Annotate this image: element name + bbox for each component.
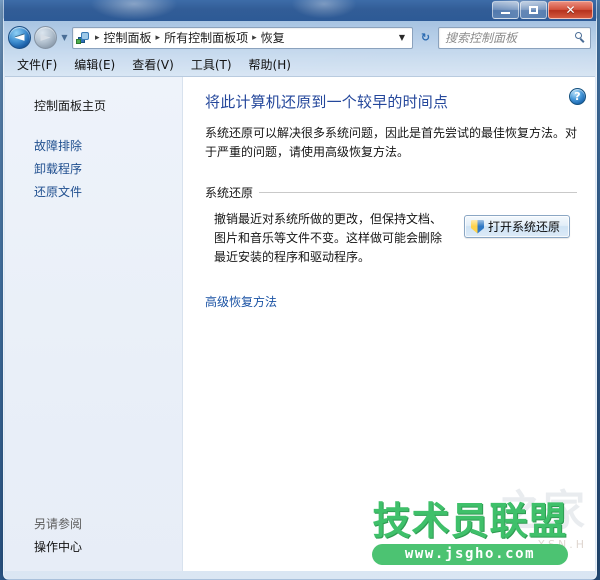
see-also-heading: 另请参阅 (34, 517, 83, 531)
refresh-icon: ↻ (420, 31, 431, 44)
close-button[interactable]: ✕ (548, 1, 593, 19)
address-bar[interactable]: ▸ 控制面板 ▸ 所有控制面板项 ▸ 恢复 ▼ (72, 26, 413, 49)
content-pane: ? 将此计算机还原到一个较早的时间点 系统还原可以解决很多系统问题，因此是首先尝… (183, 77, 595, 571)
section-header: 系统还原 (205, 184, 577, 201)
chevron-down-icon: ▼ (61, 33, 68, 42)
maximize-icon (529, 6, 538, 14)
breadcrumb-separator-2: ▸ (252, 32, 257, 43)
maximize-button[interactable] (520, 1, 547, 19)
forward-button[interactable]: ► (34, 26, 57, 49)
recent-pages-button[interactable]: ▼ (60, 33, 69, 42)
system-restore-section: 系统还原 撤销最近对系统所做的更改，但保持文档、图片和音乐等文件不变。这样做可能… (205, 184, 577, 267)
control-panel-window: ✕ ◄ ► ▼ ▸ 控制面板 ▸ 所有控制面板项 ▸ 恢复 ▼ ↻ 搜索控制面板… (3, 0, 597, 580)
page-description: 系统还原可以解决很多系统问题，因此是首先尝试的最佳恢复方法。对于严重的问题，请使… (205, 126, 578, 159)
secondary-watermark-text: 之家 (498, 486, 587, 535)
uac-shield-icon (471, 219, 484, 234)
open-system-restore-button[interactable]: 打开系统还原 (464, 215, 571, 238)
window-body: 控制面板主页 故障排除 卸载程序 还原文件 另请参阅 操作中心 ? 将此计算机还… (5, 76, 595, 571)
sidebar-item-troubleshoot[interactable]: 故障排除 (5, 135, 182, 158)
open-system-restore-label: 打开系统还原 (488, 220, 561, 234)
page-title: 将此计算机还原到一个较早的时间点 (205, 93, 449, 111)
section-heading: 系统还原 (205, 186, 254, 200)
section-description: 撤销最近对系统所做的更改，但保持文档、图片和音乐等文件不变。这样做可能会删除最近… (214, 212, 443, 264)
forward-arrow-icon: ► (40, 30, 51, 45)
sidebar-item-restore-files[interactable]: 还原文件 (5, 181, 182, 204)
address-dropdown-icon[interactable]: ▼ (396, 28, 410, 48)
refresh-button[interactable]: ↻ (416, 28, 435, 48)
back-button[interactable]: ◄ (8, 26, 31, 49)
search-input[interactable]: 搜索控制面板 (445, 29, 574, 46)
desktop-background: ✕ ◄ ► ▼ ▸ 控制面板 ▸ 所有控制面板项 ▸ 恢复 ▼ ↻ 搜索控制面板… (0, 0, 600, 580)
secondary-watermark-sub: XSN.H (537, 538, 587, 551)
task-sidebar: 控制面板主页 故障排除 卸载程序 还原文件 另请参阅 操作中心 (5, 77, 183, 571)
sidebar-item-action-center[interactable]: 操作中心 (5, 537, 182, 571)
breadcrumb-item-all-items[interactable]: 所有控制面板项 (162, 28, 250, 48)
breadcrumb-item-recovery[interactable]: 恢复 (259, 28, 287, 48)
minimize-icon (501, 12, 510, 14)
back-arrow-icon: ◄ (14, 30, 25, 45)
secondary-watermark: 之家 XSN.H (499, 477, 587, 551)
menu-tools[interactable]: 工具(T) (189, 56, 234, 74)
menu-edit[interactable]: 编辑(E) (72, 56, 117, 74)
menu-help[interactable]: 帮助(H) (247, 56, 293, 74)
breadcrumb-separator-1: ▸ (155, 32, 161, 43)
control-panel-icon (76, 30, 91, 45)
section-divider (259, 192, 577, 193)
help-icon: ? (574, 90, 581, 103)
sidebar-item-control-panel-home[interactable]: 控制面板主页 (5, 95, 182, 118)
minimize-button[interactable] (492, 1, 519, 19)
search-icon (574, 31, 587, 44)
navigation-bar: ◄ ► ▼ ▸ 控制面板 ▸ 所有控制面板项 ▸ 恢复 ▼ ↻ 搜索控制面板 (4, 21, 596, 54)
watermark-url: www.jsgho.com (372, 544, 568, 565)
advanced-recovery-methods-link[interactable]: 高级恢复方法 (205, 293, 277, 311)
sidebar-item-uninstall-program[interactable]: 卸载程序 (5, 158, 182, 181)
help-button[interactable]: ? (569, 88, 586, 105)
site-watermark: 技术员联盟 www.jsgho.com (351, 500, 589, 565)
breadcrumb-separator-0: ▸ (95, 32, 100, 43)
menu-bar: 文件(F) 编辑(E) 查看(V) 工具(T) 帮助(H) (4, 54, 596, 76)
search-box[interactable]: 搜索控制面板 (438, 26, 591, 49)
menu-view[interactable]: 查看(V) (130, 56, 176, 74)
window-controls: ✕ (492, 1, 593, 19)
window-title-bar[interactable]: ✕ (4, 0, 596, 21)
menu-file[interactable]: 文件(F) (15, 56, 59, 74)
breadcrumb-item-control-panel[interactable]: 控制面板 (102, 28, 154, 48)
section-body: 撤销最近对系统所做的更改，但保持文档、图片和音乐等文件不变。这样做可能会删除最近… (205, 210, 577, 267)
watermark-title: 技术员联盟 (372, 499, 568, 543)
close-icon: ✕ (565, 3, 576, 17)
